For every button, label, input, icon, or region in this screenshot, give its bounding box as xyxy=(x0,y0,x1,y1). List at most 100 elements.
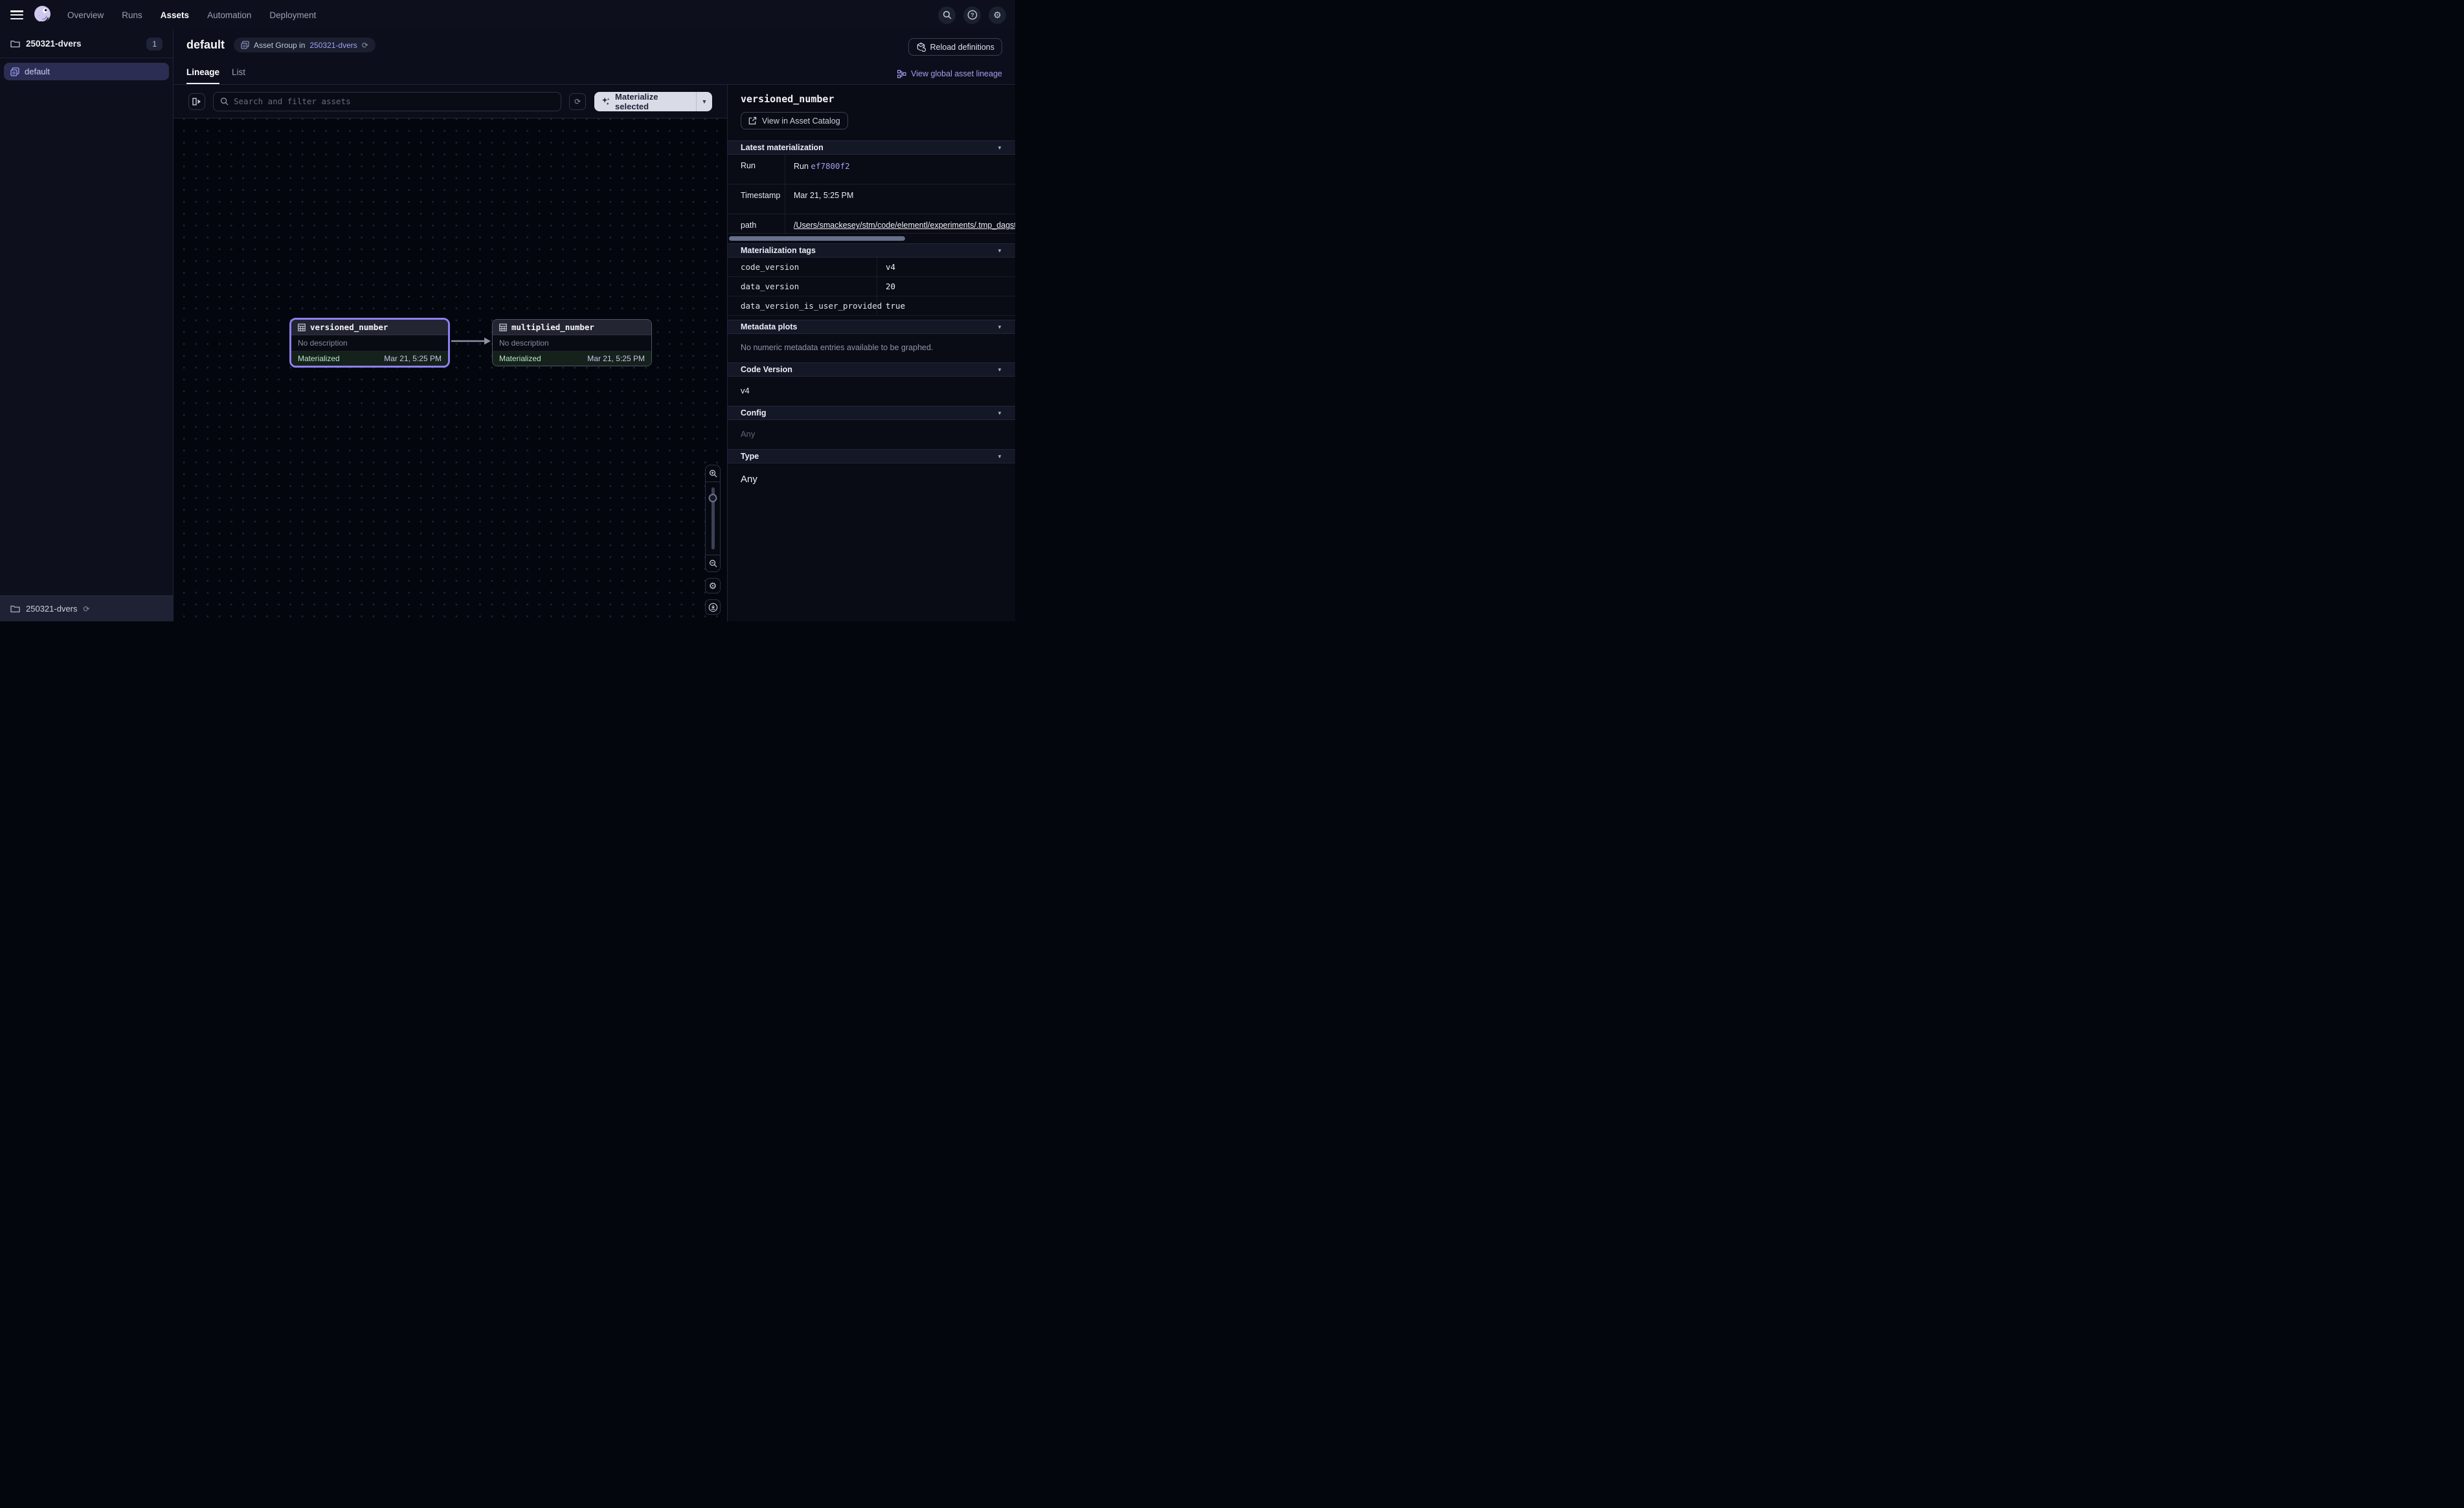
dagster-logo[interactable] xyxy=(32,5,53,25)
chip-text: Asset Group in xyxy=(254,41,305,50)
tab-list[interactable]: List xyxy=(232,67,245,84)
tag-value: true xyxy=(877,296,905,315)
primary-nav: Overview Runs Assets Automation Deployme… xyxy=(67,10,316,20)
lineage-graph-column: ⟳ Materialize selected xyxy=(174,85,728,621)
row-label: Run xyxy=(728,155,785,184)
view-in-asset-catalog-button[interactable]: View in Asset Catalog xyxy=(741,112,848,129)
nav-actions: ? ⚙ xyxy=(938,6,1006,24)
refresh-icon[interactable]: ⟳ xyxy=(362,41,368,49)
section-code-version[interactable]: Code Version ▼ xyxy=(728,362,1015,377)
row-value: Mar 21, 5:25 PM xyxy=(785,184,1015,214)
nav-item-assets[interactable]: Assets xyxy=(161,10,189,20)
chevron-down-icon: ▼ xyxy=(997,145,1002,151)
run-id-link[interactable]: ef7800f2 xyxy=(811,161,849,171)
zoom-in-button[interactable] xyxy=(706,465,720,482)
scrollbar-thumb[interactable] xyxy=(729,236,905,241)
graph-settings-button[interactable]: ⚙ xyxy=(705,578,721,593)
refresh-icon: ⟳ xyxy=(574,98,581,105)
chip-repo-link[interactable]: 250321-dvers xyxy=(309,41,357,50)
lineage-canvas[interactable]: versioned_number No description Material… xyxy=(174,118,727,621)
section-heading: Materialization tags xyxy=(741,246,816,255)
asset-node-multiplied-number[interactable]: multiplied_number No description Materia… xyxy=(492,319,652,366)
section-heading: Metadata plots xyxy=(741,322,798,331)
nav-item-automation[interactable]: Automation xyxy=(207,10,251,20)
metadata-plots-empty-message: No numeric metadata entries available to… xyxy=(728,334,1015,362)
graph-toolbar: ⟳ Materialize selected xyxy=(174,85,727,118)
repo-count-badge: 1 xyxy=(146,38,162,50)
asset-group-icon xyxy=(241,41,249,49)
sidebar-repo-row[interactable]: 250321-dvers 1 xyxy=(0,30,173,58)
download-icon xyxy=(708,603,718,612)
nav-item-runs[interactable]: Runs xyxy=(122,10,142,20)
external-link-icon xyxy=(748,116,757,125)
materialize-sparkle-icon xyxy=(601,96,610,106)
zoom-slider[interactable] xyxy=(706,482,720,555)
reload-definitions-icon xyxy=(916,42,926,52)
toggle-sidebar-button[interactable] xyxy=(188,93,205,110)
asset-sidebar: 250321-dvers 1 default 250321-dvers ⟳ xyxy=(0,30,174,621)
gear-icon: ⚙ xyxy=(993,10,1002,19)
settings-button[interactable]: ⚙ xyxy=(989,6,1006,24)
refresh-icon[interactable]: ⟳ xyxy=(84,605,90,613)
tag-key: data_version_is_user_provided xyxy=(728,296,877,315)
page-header: default Asset Group in 250321-dvers ⟳ xyxy=(174,30,1015,85)
section-latest-materialization[interactable]: Latest materialization ▼ xyxy=(728,140,1015,155)
sidebar-item-default-group[interactable]: default xyxy=(4,63,169,80)
asset-node-versioned-number[interactable]: versioned_number No description Material… xyxy=(289,318,450,368)
search-input[interactable] xyxy=(234,96,554,106)
page-title: default xyxy=(186,38,225,52)
table-row-path: path /Users/smackesey/stm/code/elementl/… xyxy=(728,214,1015,234)
help-button[interactable]: ? xyxy=(963,6,981,24)
zoom-slider-thumb[interactable] xyxy=(709,494,717,502)
horizontal-scrollbar xyxy=(728,234,1015,243)
table-row-run: Run Run ef7800f2 xyxy=(728,155,1015,184)
gear-icon: ⚙ xyxy=(709,581,717,590)
asset-detail-title: versioned_number xyxy=(741,93,1002,105)
row-label: Timestamp xyxy=(728,184,785,214)
materialize-selected-label: Materialize selected xyxy=(615,92,688,111)
tag-value: 20 xyxy=(877,277,895,296)
row-label: path xyxy=(728,214,785,233)
section-type[interactable]: Type ▼ xyxy=(728,449,1015,463)
tag-row: data_version 20 xyxy=(728,277,1015,296)
asset-group-chip[interactable]: Asset Group in 250321-dvers ⟳ xyxy=(234,38,375,52)
type-value: Any xyxy=(728,463,1015,495)
tab-lineage[interactable]: Lineage xyxy=(186,67,219,84)
search-icon xyxy=(943,10,952,19)
sidebar-footer-repo[interactable]: 250321-dvers ⟳ xyxy=(0,595,173,621)
folder-icon xyxy=(10,39,20,48)
section-materialization-tags[interactable]: Materialization tags ▼ xyxy=(728,243,1015,258)
lineage-icon xyxy=(897,70,906,78)
view-global-asset-lineage-link[interactable]: View global asset lineage xyxy=(897,69,1002,78)
zoom-out-button[interactable] xyxy=(706,555,720,571)
main-area: default Asset Group in 250321-dvers ⟳ xyxy=(174,30,1015,621)
refresh-graph-button[interactable]: ⟳ xyxy=(569,93,586,110)
config-value: Any xyxy=(728,420,1015,449)
chevron-down-icon: ▼ xyxy=(997,454,1002,460)
code-version-value: v4 xyxy=(728,377,1015,406)
materialize-selected-button[interactable]: Materialize selected ▼ xyxy=(594,92,712,111)
nav-item-deployment[interactable]: Deployment xyxy=(269,10,316,20)
search-button[interactable] xyxy=(938,6,956,24)
table-icon xyxy=(499,324,507,331)
section-config[interactable]: Config ▼ xyxy=(728,406,1015,420)
section-metadata-plots[interactable]: Metadata plots ▼ xyxy=(728,320,1015,334)
download-image-button[interactable] xyxy=(705,599,721,615)
nav-item-overview[interactable]: Overview xyxy=(67,10,104,20)
section-heading: Config xyxy=(741,408,767,417)
row-value: Run ef7800f2 xyxy=(785,155,1015,184)
materialized-timestamp: Mar 21, 5:25 PM xyxy=(587,354,645,363)
search-icon xyxy=(220,97,229,105)
reload-definitions-button[interactable]: Reload definitions xyxy=(908,38,1002,56)
materialize-options-caret[interactable]: ▼ xyxy=(697,92,712,111)
tag-key: code_version xyxy=(728,258,877,276)
zoom-in-icon xyxy=(709,469,717,478)
asset-search-box xyxy=(213,92,561,111)
hamburger-menu-icon[interactable] xyxy=(10,10,23,19)
repo-name: 250321-dvers xyxy=(26,39,82,49)
section-heading: Type xyxy=(741,452,759,461)
chevron-down-icon: ▼ xyxy=(997,324,1002,330)
panel-expand-icon xyxy=(192,98,201,105)
chevron-down-icon: ▼ xyxy=(997,410,1002,416)
path-link[interactable]: /Users/smackesey/stm/code/elementl/exper… xyxy=(794,221,1015,230)
